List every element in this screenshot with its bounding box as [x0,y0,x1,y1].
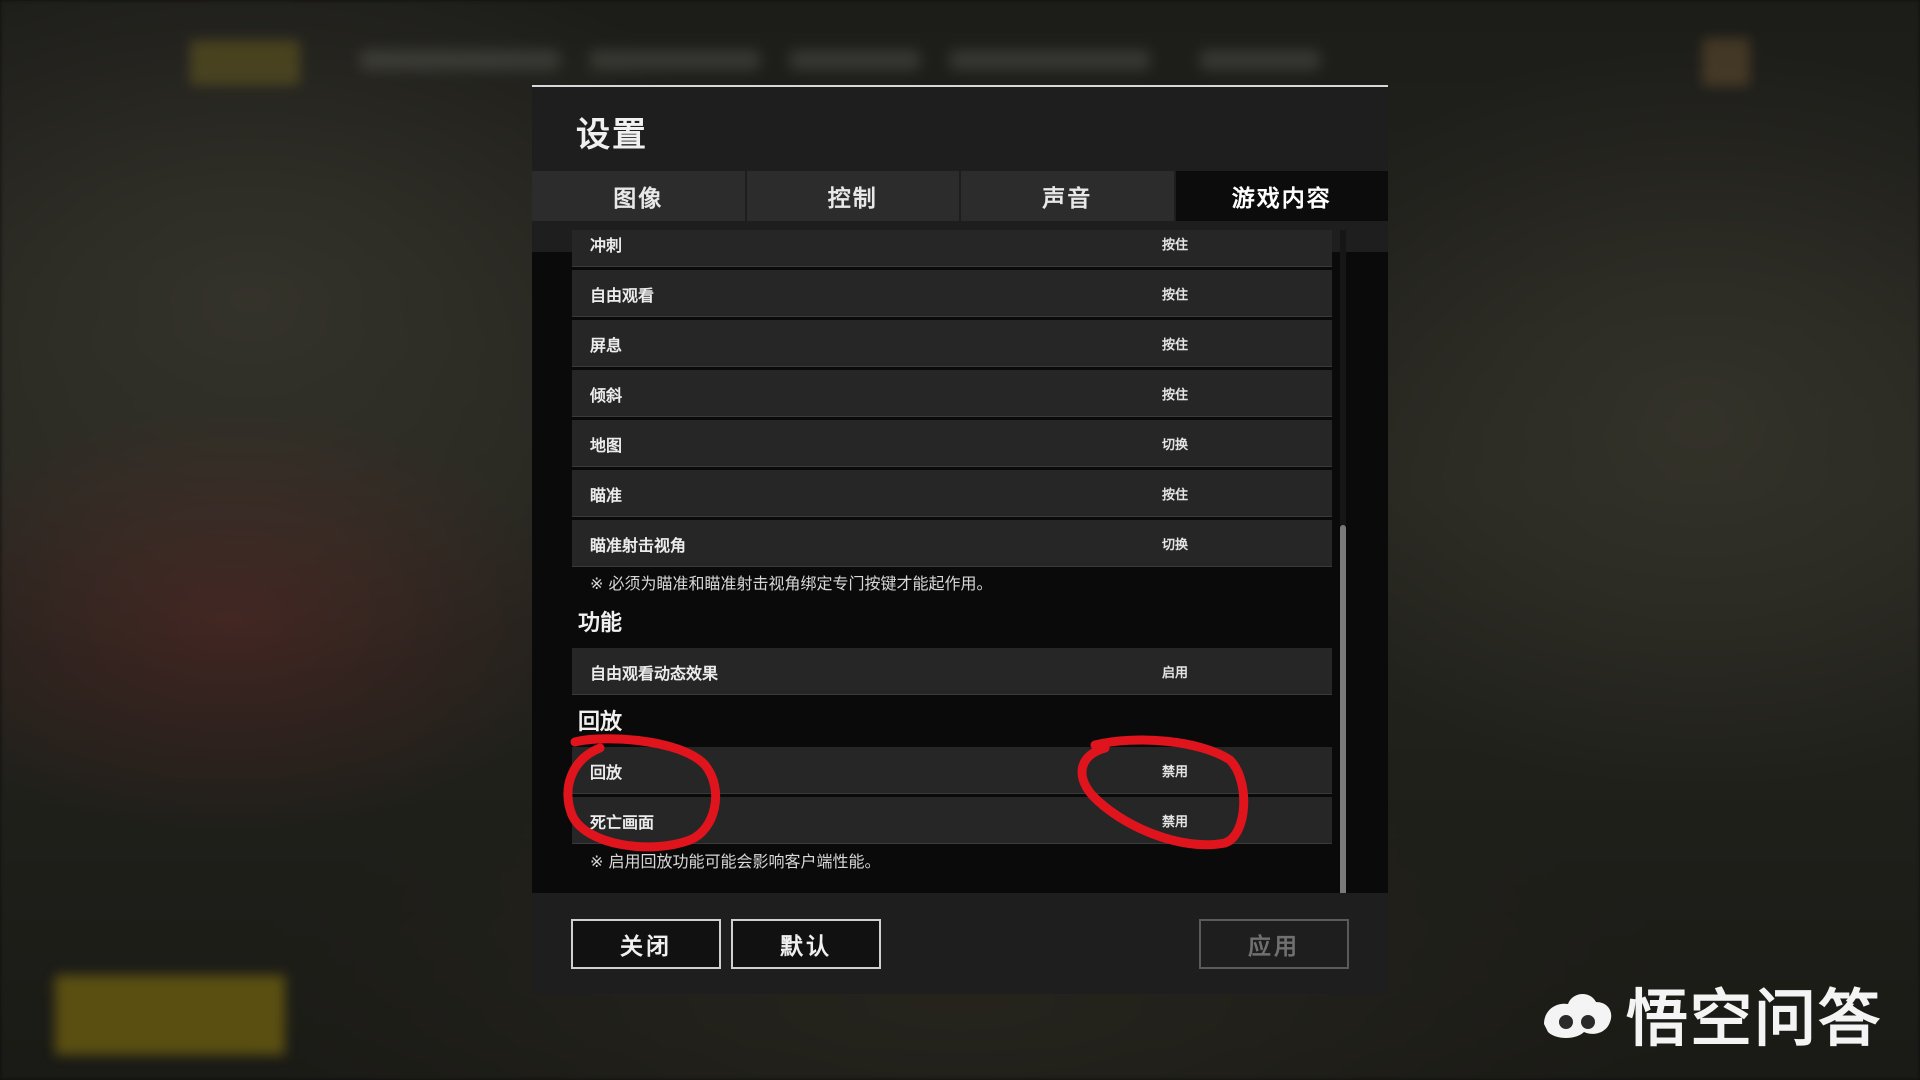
setting-label: 自由观看动态效果 [590,664,719,683]
blurred-start-button [55,975,285,1055]
setting-value-dropdown[interactable]: 禁用 [1162,761,1188,780]
setting-row-replay[interactable]: 回放 禁用 [572,747,1332,794]
settings-tabs: 图像 控制 声音 游戏内容 [532,171,1388,221]
setting-label: 自由观看 [590,286,655,305]
tab-gameplay[interactable]: 游戏内容 [1175,171,1388,221]
blurred-game-logo [190,40,300,85]
wukong-logo-icon [1543,993,1612,1038]
keybind-note: ※ 必须为瞄准和瞄准射击视角绑定专门按键才能起作用。 [590,574,993,593]
setting-row-hold-breath[interactable]: 屏息 按住 [572,320,1332,367]
setting-label: 瞄准射击视角 [590,536,687,555]
tab-graphics[interactable]: 图像 [532,171,745,221]
blurred-profile-avatar [1702,38,1750,86]
replay-note: ※ 启用回放功能可能会影响客户端性能。 [590,852,881,871]
setting-value-dropdown[interactable]: 按住 [1162,484,1188,503]
setting-value-dropdown[interactable]: 按住 [1162,234,1188,253]
section-title-replay: 回放 [578,710,623,735]
default-button[interactable]: 默认 [731,919,881,969]
setting-row-sprint[interactable]: 冲刺 按住 [572,230,1332,267]
setting-row-aim[interactable]: 瞄准 按住 [572,470,1332,517]
setting-row-map[interactable]: 地图 切换 [572,420,1332,467]
setting-value-dropdown[interactable]: 按住 [1162,334,1188,353]
setting-label: 死亡画面 [590,813,655,832]
tab-audio[interactable]: 声音 [961,171,1174,221]
blurred-nav-item [360,50,560,70]
setting-value-dropdown[interactable]: 禁用 [1162,811,1188,830]
watermark: 悟空问答 [1536,968,1882,1058]
apply-button[interactable]: 应用 [1199,919,1349,969]
setting-row-free-look-motion[interactable]: 自由观看动态效果 启用 [572,648,1332,695]
setting-row-ads[interactable]: 瞄准射击视角 切换 [572,520,1332,567]
blurred-nav-item [790,50,920,70]
scrollbar-thumb[interactable] [1340,525,1346,945]
setting-label: 倾斜 [590,386,623,405]
blurred-nav-item [1200,50,1320,70]
dialog-footer: 关闭 默认 应用 [532,893,1388,994]
setting-row-free-look[interactable]: 自由观看 按住 [572,270,1332,317]
setting-value-dropdown[interactable]: 按住 [1162,384,1188,403]
dialog-header: 设置 图像 控制 声音 游戏内容 [532,87,1388,252]
setting-value-dropdown[interactable]: 启用 [1162,662,1188,681]
close-button[interactable]: 关闭 [571,919,721,969]
setting-label: 瞄准 [590,486,623,505]
setting-label: 冲刺 [590,236,623,255]
setting-value-dropdown[interactable]: 切换 [1162,434,1188,453]
settings-scroll-area[interactable]: 冲刺 按住 自由观看 按住 屏息 按住 倾斜 按住 地图 切换 瞄准 按住 瞄准… [572,230,1342,950]
setting-label: 回放 [590,763,623,782]
blurred-nav-item [950,50,1150,70]
watermark-text: 悟空问答 [1625,982,1882,1055]
setting-label: 地图 [590,436,623,455]
setting-label: 屏息 [590,336,623,355]
dialog-title: 设置 [576,115,648,155]
section-title-function: 功能 [578,611,623,636]
blurred-nav-item [590,50,760,70]
settings-dialog: 设置 图像 控制 声音 游戏内容 冲刺 按住 自由观看 按住 屏息 按住 倾斜 … [532,85,1388,994]
setting-value-dropdown[interactable]: 按住 [1162,284,1188,303]
setting-value-dropdown[interactable]: 切换 [1162,534,1188,553]
setting-row-lean[interactable]: 倾斜 按住 [572,370,1332,417]
tab-controls[interactable]: 控制 [746,171,959,221]
setting-row-death-cam[interactable]: 死亡画面 禁用 [572,797,1332,844]
